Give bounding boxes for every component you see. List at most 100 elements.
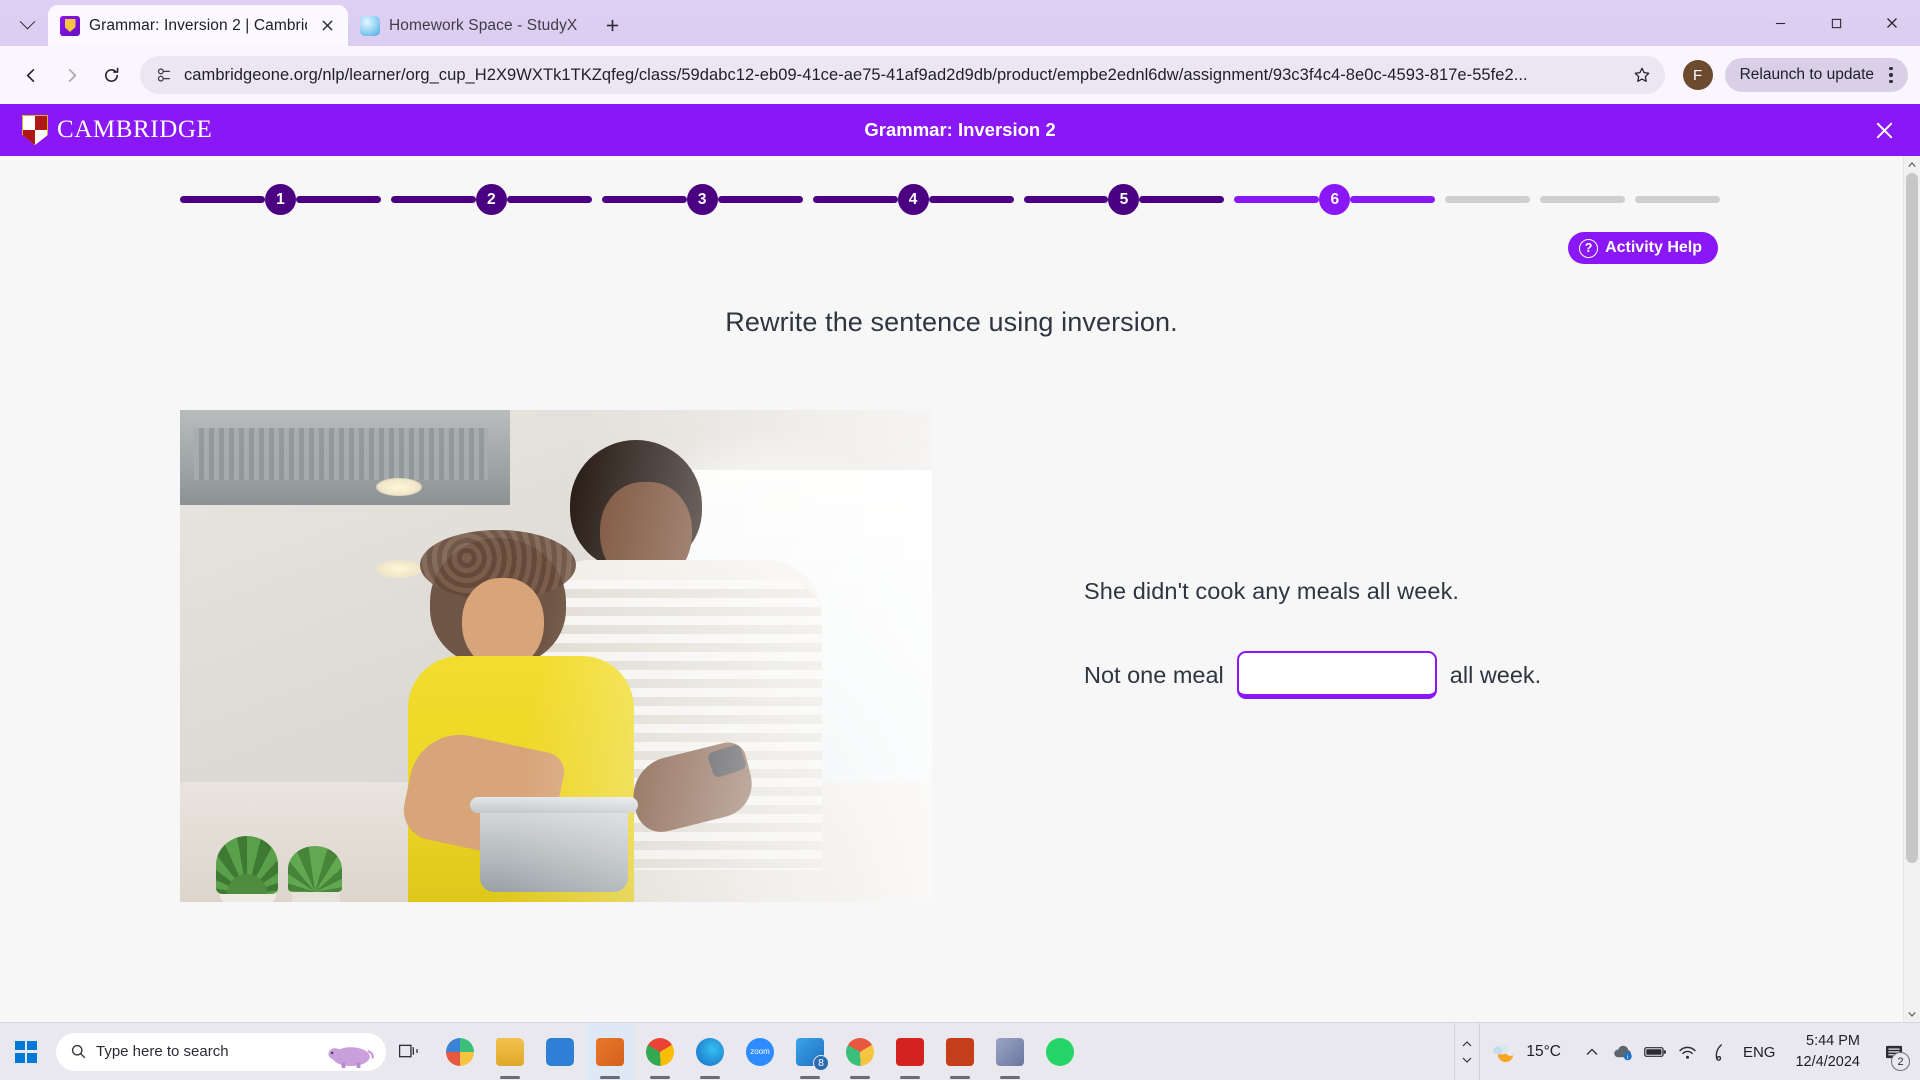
tab-search-button[interactable] [10,7,44,41]
taskbar-app-chrome-beta[interactable] [836,1023,884,1080]
chrome-beta-icon [846,1037,874,1066]
star-icon[interactable] [1625,58,1659,92]
whatsapp-icon [1046,1037,1074,1066]
progress-step-3[interactable]: 3 [686,184,718,215]
tab-title: Grammar: Inversion 2 | Cambrid [89,16,307,34]
taskbar-app-teams[interactable] [986,1023,1034,1080]
windows-start-icon [15,1040,37,1063]
site-settings-icon[interactable] [153,65,174,86]
progress-segment [812,196,898,203]
activity-help-row: ? Activity Help [0,232,1903,264]
profile-avatar[interactable]: F [1682,60,1713,90]
progress-step-2[interactable]: 2 [475,184,507,215]
partly-cloudy-night-icon [1493,1044,1514,1062]
activity-help-label: Activity Help [1605,239,1702,256]
taskbar-app-outlook[interactable] [586,1022,634,1080]
address-bar[interactable]: cambridgeone.org/nlp/learner/org_cup_H2X… [140,56,1665,94]
progress-step-5[interactable]: 5 [1108,184,1140,215]
progress-step-1[interactable]: 1 [264,184,296,215]
scroll-down-arrow-icon[interactable] [1904,1005,1920,1022]
microsoft-store-icon [546,1037,574,1066]
browser-window: Grammar: Inversion 2 | Cambrid Homework … [0,0,1920,1022]
taskbar-app-mail[interactable]: 8 [786,1023,834,1080]
taskbar-app-file-explorer[interactable] [486,1023,534,1080]
taskbar-app-whatsapp[interactable] [1036,1023,1084,1080]
network-button[interactable] [1673,1023,1703,1080]
cambridge-header: CAMBRIDGE Grammar: Inversion 2 [0,104,1920,156]
progress-segment [390,196,476,203]
search-mascot-icon [328,1046,374,1068]
weather-widget[interactable]: 15°C [1482,1030,1575,1074]
close-activity-button[interactable] [1868,114,1900,146]
progress-gap [592,196,602,203]
language-indicator[interactable]: ENG [1737,1023,1782,1080]
relaunch-to-update-button[interactable]: Relaunch to update [1724,58,1908,92]
onedrive-status-button[interactable]: i [1609,1023,1639,1080]
tab-grammar-inversion[interactable]: Grammar: Inversion 2 | Cambrid [48,5,348,46]
battery-icon [1644,1047,1667,1057]
taskbar-app-store[interactable] [536,1023,584,1080]
wifi-icon [1679,1046,1697,1059]
taskbar-app-1[interactable] [436,1023,484,1080]
new-tab-button[interactable] [595,8,629,42]
taskbar-app-edge[interactable] [686,1023,734,1080]
scroll-up-arrow-icon[interactable] [1904,156,1920,173]
outlook-icon [596,1037,624,1066]
tab-homework-space[interactable]: Homework Space - StudyX [348,5,587,46]
source-sentence: She didn't cook any meals all week. [1084,578,1460,604]
vertical-scrollbar[interactable] [1903,156,1920,1022]
taskbar-app-zoom[interactable]: zoom [736,1023,784,1080]
notification-center-button[interactable]: 2 [1874,1023,1914,1080]
tray-expand-button[interactable] [1577,1023,1607,1080]
progress-step-6-current[interactable]: 6 [1319,184,1351,215]
kebab-menu-icon[interactable] [1880,64,1902,86]
back-button[interactable] [12,56,50,94]
taskbar-search[interactable]: Type here to search [56,1032,386,1071]
forward-button[interactable] [52,56,90,94]
show-hidden-icons-button[interactable] [1454,1023,1481,1080]
clock-date: 12/4/2024 [1795,1054,1860,1070]
question-circle-icon: ? [1579,238,1599,258]
tab-title: Homework Space - StudyX [389,16,578,34]
adobe-acrobat-icon [896,1037,924,1066]
cambridge-wordmark: CAMBRIDGE [57,116,213,143]
maximize-button[interactable] [1808,0,1864,46]
studyx-icon [360,15,380,36]
image-fade-overlay [180,410,932,902]
scrollbar-thumb[interactable] [1906,173,1918,863]
taskbar-app-acrobat[interactable] [886,1023,934,1080]
battery-button[interactable] [1641,1023,1671,1080]
cambridge-crest-icon [22,115,48,145]
tab-strip: Grammar: Inversion 2 | Cambrid Homework … [0,0,1920,46]
url-text: cambridgeone.org/nlp/learner/org_cup_H2X… [184,65,1528,84]
progress-gap [1625,196,1635,203]
close-window-button[interactable] [1864,0,1920,46]
taskbar-app-powerpoint[interactable] [936,1023,984,1080]
system-tray: 15°C i ENG 5:44 PM 12/4/2024 2 [1454,1023,1920,1080]
taskbar-app-chrome[interactable] [636,1023,684,1080]
answer-input[interactable] [1236,651,1437,699]
task-view-button[interactable] [386,1023,432,1080]
question-panel: She didn't cook any meals all week. Not … [932,410,1903,902]
progress-segment-todo [1445,196,1531,203]
chevron-down-icon [19,13,35,29]
activity-help-button[interactable]: ? Activity Help [1568,232,1718,264]
progress-step-4[interactable]: 4 [897,184,929,215]
reload-button[interactable] [92,56,130,94]
search-icon [71,1044,86,1059]
exercise-image [180,410,932,902]
start-button[interactable] [0,1023,52,1080]
clock-time: 5:44 PM [1806,1032,1860,1049]
progress-segment [717,196,803,203]
progress-gap [1014,196,1024,203]
instruction-text: Rewrite the sentence using inversion. [725,307,1178,337]
teams-icon [996,1037,1024,1066]
progress-gap [381,196,391,203]
taskbar-clock[interactable]: 5:44 PM 12/4/2024 [1783,1031,1872,1073]
close-icon[interactable] [316,15,338,37]
minimize-button[interactable] [1752,0,1808,46]
cambridge-logo: CAMBRIDGE [22,115,212,145]
search-placeholder: Type here to search [96,1043,229,1060]
notification-count: 2 [1891,1052,1910,1071]
pen-menu-button[interactable] [1705,1023,1735,1080]
